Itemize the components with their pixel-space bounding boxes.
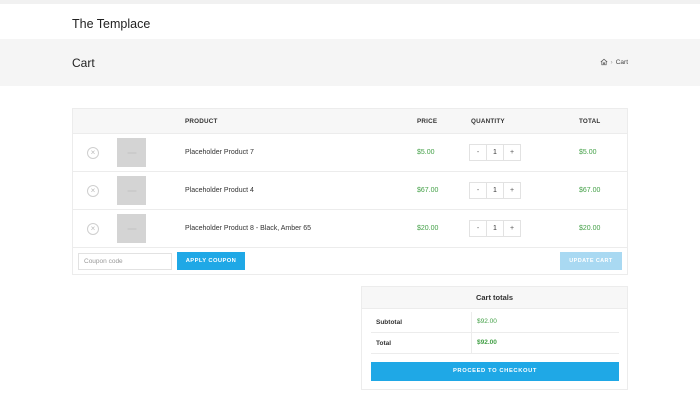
product-thumbnail[interactable] xyxy=(117,138,146,167)
line-total: $67.00 xyxy=(579,187,601,194)
qty-minus-button[interactable]: - xyxy=(470,183,486,198)
qty-minus-button[interactable]: - xyxy=(470,145,486,160)
qty-input[interactable]: 1 xyxy=(486,183,504,198)
subtotal-row: Subtotal $92.00 xyxy=(371,312,619,333)
site-header: The Templace xyxy=(0,0,700,39)
breadcrumb: › Cart xyxy=(600,58,628,66)
qty-input[interactable]: 1 xyxy=(486,145,504,160)
site-title[interactable]: The Templace xyxy=(72,17,150,31)
product-name[interactable]: Placeholder Product 7 xyxy=(185,149,254,156)
header-price: PRICE xyxy=(417,118,438,125)
cart-table: PRODUCT PRICE QUANTITY TOTAL × Placehold… xyxy=(72,108,628,275)
product-price: $20.00 xyxy=(417,225,439,232)
header-total: TOTAL xyxy=(579,118,601,125)
total-label: Total xyxy=(376,340,392,347)
header-product: PRODUCT xyxy=(185,118,218,125)
qty-minus-button[interactable]: - xyxy=(470,221,486,236)
cart-totals: Cart totals Subtotal $92.00 Total $92.00… xyxy=(361,286,628,390)
subtotal-label: Subtotal xyxy=(376,319,402,326)
cart-row: × Placeholder Product 4 $67.00 - 1 + $67… xyxy=(73,172,627,210)
total-value: $92.00 xyxy=(471,333,497,353)
page-hero: Cart › Cart xyxy=(0,39,700,86)
line-total: $20.00 xyxy=(579,225,601,232)
image-placeholder-icon xyxy=(127,190,136,191)
image-placeholder-icon xyxy=(127,152,136,153)
line-total: $5.00 xyxy=(579,149,597,156)
quantity-stepper: - 1 + xyxy=(469,220,521,237)
cart-row: × Placeholder Product 7 $5.00 - 1 + $5.0… xyxy=(73,134,627,172)
product-name[interactable]: Placeholder Product 8 - Black, Amber 65 xyxy=(185,225,311,232)
remove-item-icon[interactable]: × xyxy=(87,223,99,235)
breadcrumb-separator: › xyxy=(610,58,613,66)
qty-plus-button[interactable]: + xyxy=(504,145,520,160)
product-thumbnail[interactable] xyxy=(117,214,146,243)
cart-table-header: PRODUCT PRICE QUANTITY TOTAL xyxy=(73,109,627,134)
remove-item-icon[interactable]: × xyxy=(87,185,99,197)
product-thumbnail[interactable] xyxy=(117,176,146,205)
update-cart-button[interactable]: UPDATE CART xyxy=(560,252,622,270)
qty-input[interactable]: 1 xyxy=(486,221,504,236)
home-icon[interactable] xyxy=(600,58,608,66)
quantity-stepper: - 1 + xyxy=(469,182,521,199)
product-name[interactable]: Placeholder Product 4 xyxy=(185,187,254,194)
cart-totals-title: Cart totals xyxy=(362,287,627,309)
coupon-code-input[interactable] xyxy=(78,253,172,270)
page-title: Cart xyxy=(72,56,95,70)
image-placeholder-icon xyxy=(127,228,136,229)
proceed-to-checkout-button[interactable]: PROCEED TO CHECKOUT xyxy=(371,362,619,381)
product-price: $5.00 xyxy=(417,149,435,156)
qty-plus-button[interactable]: + xyxy=(504,221,520,236)
breadcrumb-current: Cart xyxy=(615,58,628,66)
remove-item-icon[interactable]: × xyxy=(87,147,99,159)
cart-row: × Placeholder Product 8 - Black, Amber 6… xyxy=(73,210,627,248)
header-quantity: QUANTITY xyxy=(471,118,505,125)
qty-plus-button[interactable]: + xyxy=(504,183,520,198)
apply-coupon-button[interactable]: APPLY COUPON xyxy=(177,252,245,270)
quantity-stepper: - 1 + xyxy=(469,144,521,161)
total-row: Total $92.00 xyxy=(371,333,619,354)
product-price: $67.00 xyxy=(417,187,439,194)
subtotal-value: $92.00 xyxy=(471,312,497,332)
